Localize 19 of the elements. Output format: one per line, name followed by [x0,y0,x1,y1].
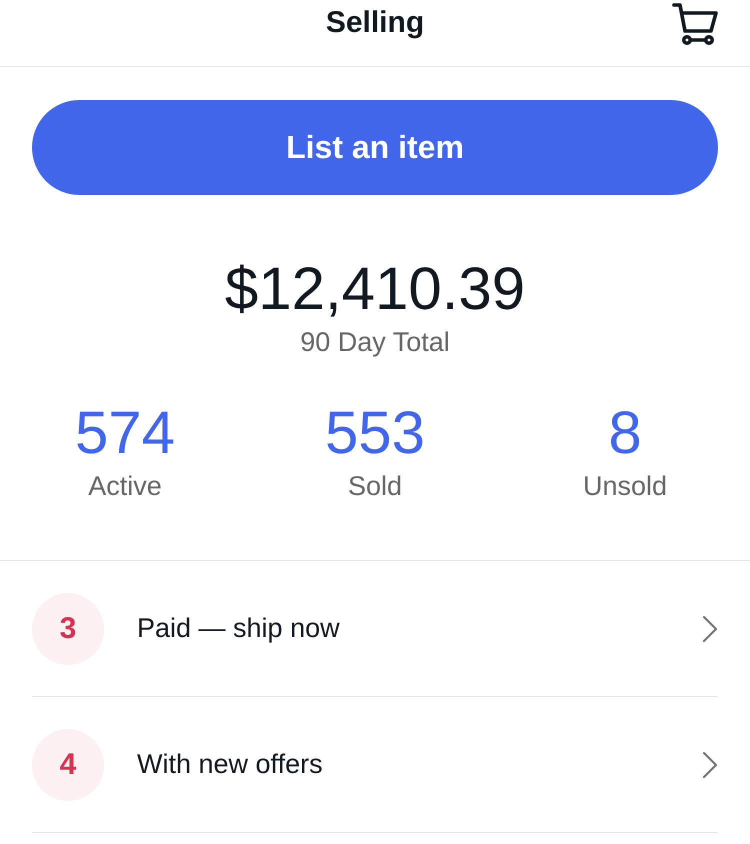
cart-icon[interactable] [672,3,718,45]
stat-label: Sold [348,470,402,502]
count-badge: 4 [32,728,104,800]
chevron-icon [702,750,718,778]
page-title: Selling [326,5,424,41]
task-row[interactable]: 3 Paid — ship now [32,561,718,697]
chevron-icon [702,614,718,642]
stat-label: Unsold [582,470,668,502]
task-row[interactable]: 4 With new offers [32,697,718,833]
stat-value: 553 [324,403,426,463]
stat-value: 8 [608,403,642,463]
task-label: With new offers [137,749,324,780]
total-label: 90 Day Total [300,326,450,358]
stat-label: Active [88,470,162,502]
list-item-button[interactable]: List an item [32,100,718,195]
total-amount: $12,410.39 [224,259,526,319]
stat-value: 574 [74,403,176,463]
count-badge: 3 [32,592,104,664]
task-label: Paid — ship now [137,613,341,644]
